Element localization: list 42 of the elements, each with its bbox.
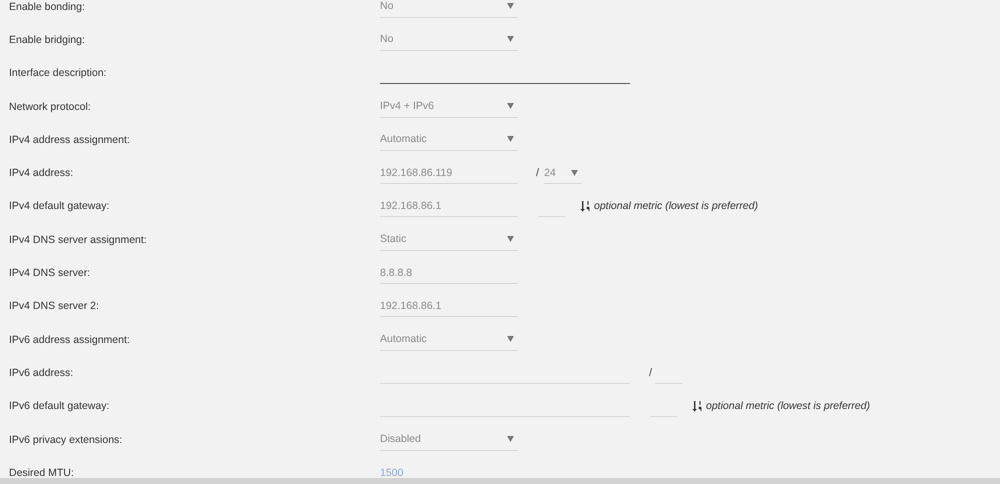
address-field[interactable]: 192.168.86.119 [380,162,518,184]
field-label: IPv6 default gateway: [8,400,110,412]
caret-icon [571,170,578,176]
field-label: IPv6 privacy extensions: [8,434,124,446]
slash-separator: / [536,167,540,180]
field-label: IPv4 DNS server: [8,267,92,280]
text-field[interactable]: 192.168.86.1 [380,295,518,318]
hint-text: optional metric (lowest is preferred) [594,200,758,212]
field-label: IPv4 DNS server assignment: [8,234,148,246]
text-field[interactable]: 8.8.8.8 [380,262,518,284]
caret-icon [507,436,514,442]
dropdown[interactable]: No [380,0,518,18]
dropdown[interactable]: Disabled [380,428,518,450]
field-label: IPv4 DNS server 2: [8,300,100,312]
sort-icon [580,200,592,212]
caret-icon [507,236,514,242]
field-label: Desired MTU: [8,466,75,479]
dropdown[interactable]: Static [380,228,518,251]
caret-icon [507,136,514,142]
field-label: IPv4 default gateway: [8,200,110,212]
field-label: Network protocol: [8,100,92,113]
sort-icon [692,400,704,412]
caret-icon [507,103,514,110]
dropdown[interactable]: No [380,28,518,51]
prefix-dropdown[interactable]: 24 [544,162,582,184]
field-label: Enable bonding: [8,0,86,13]
slash-separator: / [649,366,652,379]
field-label: IPv6 address assignment: [8,334,131,346]
caret-icon [507,3,514,10]
text-field[interactable]: 1500 [380,466,518,480]
field-label: Interface description: [8,67,108,80]
gateway-field[interactable]: 192.168.86.1 [380,195,518,218]
field-label: IPv6 address: [8,366,74,379]
dropdown[interactable]: IPv4 + IPv6 [380,96,518,118]
field-label: Enable bridging: [8,34,86,46]
dropdown[interactable]: Automatic [380,328,518,351]
field-label: IPv4 address: [8,167,74,180]
dropdown[interactable]: Automatic [380,128,518,151]
hint-text: optional metric (lowest is preferred) [706,400,870,412]
caret-icon [507,36,514,42]
field-label: IPv4 address assignment: [8,134,131,146]
caret-icon [507,336,514,342]
